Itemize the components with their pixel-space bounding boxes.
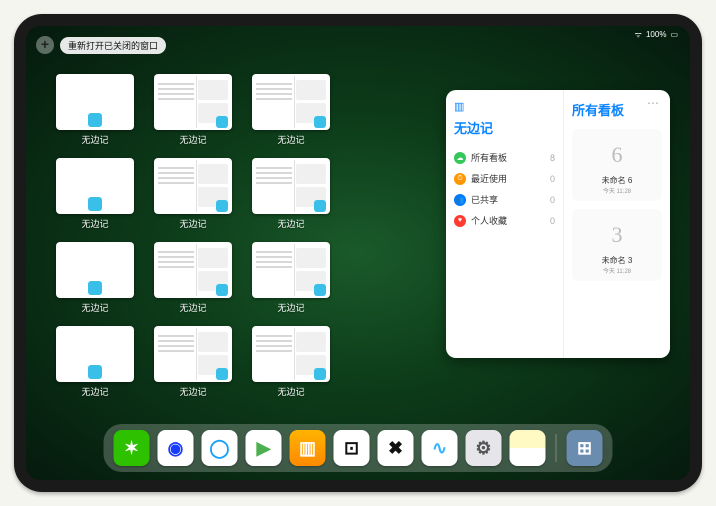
window-thumbnail[interactable]: 无边记	[56, 242, 134, 320]
nav-icon: ☁	[454, 152, 466, 164]
window-thumbnail[interactable]: 无边记	[252, 158, 330, 236]
board-list: 6未命名 6今天 11:283未命名 3今天 11:28	[572, 129, 662, 281]
thumbnail-label: 无边记	[179, 217, 206, 230]
reopen-closed-pill[interactable]: 重新打开已关闭的窗口	[60, 37, 166, 54]
sidebar-toggle-icon[interactable]: ▥	[454, 100, 468, 114]
wifi-icon: ᯤ	[635, 29, 642, 40]
thumbnail-label: 无边记	[81, 217, 108, 230]
window-thumbnail[interactable]: 无边记	[154, 74, 232, 152]
nav-count: 0	[550, 216, 555, 226]
window-thumbnail[interactable]: 无边记	[154, 158, 232, 236]
nav-label: 已共享	[471, 193, 498, 206]
window-thumbnail[interactable]: 无边记	[252, 242, 330, 320]
thumbnail-label: 无边记	[277, 217, 304, 230]
thumbnail-label: 无边记	[81, 301, 108, 314]
panel-nav-item[interactable]: ⏱ 最近使用 0	[454, 168, 555, 189]
nav-label: 个人收藏	[471, 214, 507, 227]
more-icon[interactable]: ⋯	[647, 96, 660, 110]
nav-label: 最近使用	[471, 172, 507, 185]
dock-app-quark[interactable]: ◉	[158, 430, 194, 466]
board-sketch: 6	[597, 135, 637, 175]
window-thumbnail[interactable]: 无边记	[56, 326, 134, 404]
battery-icon: ▭	[670, 30, 678, 39]
thumbnail-label: 无边记	[179, 133, 206, 146]
nav-label: 所有看板	[471, 151, 507, 164]
window-thumbnail[interactable]: 无边记	[56, 158, 134, 236]
board-name: 未命名 3	[602, 255, 633, 266]
window-grid: 无边记无边记无边记无边记无边记无边记无边记无边记无边记无边记无边记无边记	[56, 74, 436, 404]
nav-icon: 👥	[454, 194, 466, 206]
window-thumbnail[interactable]: 无边记	[154, 242, 232, 320]
board-card[interactable]: 6未命名 6今天 11:28	[572, 129, 662, 201]
thumbnail-label: 无边记	[179, 385, 206, 398]
board-sketch: 3	[597, 215, 637, 255]
thumbnail-label: 无边记	[277, 133, 304, 146]
dock-app-play[interactable]: ▶	[246, 430, 282, 466]
dock-app-app-library[interactable]: ⊞	[567, 430, 603, 466]
nav-icon: ♥	[454, 215, 466, 227]
panel-nav-item[interactable]: 👥 已共享 0	[454, 189, 555, 210]
thumbnail-label: 无边记	[81, 133, 108, 146]
status-bar: ᯤ 100% ▭	[635, 29, 678, 40]
top-controls: + 重新打开已关闭的窗口	[36, 36, 166, 54]
panel-left: ▥ 无边记 ☁ 所有看板 8 ⏱ 最近使用 0 👥 已共享 0 ♥ 个人收藏 0	[446, 90, 564, 358]
panel-right: 所有看板 6未命名 6今天 11:283未命名 3今天 11:28	[564, 90, 670, 358]
dock: ✶◉◯▶▥⊡✖∿⚙ ⊞	[104, 424, 613, 472]
battery-text: 100%	[646, 30, 666, 39]
dock-app-settings[interactable]: ⚙	[466, 430, 502, 466]
dock-app-x-app[interactable]: ✖	[378, 430, 414, 466]
board-time: 今天 11:28	[603, 186, 631, 195]
dock-app-notes[interactable]	[510, 430, 546, 466]
screen: ᯤ 100% ▭ + 重新打开已关闭的窗口 无边记无边记无边记无边记无边记无边记…	[26, 26, 690, 480]
dock-app-wechat[interactable]: ✶	[114, 430, 150, 466]
panel-nav-item[interactable]: ♥ 个人收藏 0	[454, 210, 555, 231]
dock-separator	[556, 434, 557, 462]
nav-count: 0	[550, 174, 555, 184]
panel-nav-item[interactable]: ☁ 所有看板 8	[454, 147, 555, 168]
dock-app-freeform[interactable]: ∿	[422, 430, 458, 466]
thumbnail-label: 无边记	[277, 301, 304, 314]
dock-app-qqbrowser[interactable]: ◯	[202, 430, 238, 466]
window-thumbnail[interactable]: 无边记	[154, 326, 232, 404]
add-button[interactable]: +	[36, 36, 54, 54]
nav-count: 0	[550, 195, 555, 205]
panel-nav-list: ☁ 所有看板 8 ⏱ 最近使用 0 👥 已共享 0 ♥ 个人收藏 0	[454, 147, 555, 231]
board-card[interactable]: 3未命名 3今天 11:28	[572, 209, 662, 281]
thumbnail-label: 无边记	[277, 385, 304, 398]
ipad-frame: ᯤ 100% ▭ + 重新打开已关闭的窗口 无边记无边记无边记无边记无边记无边记…	[14, 14, 702, 492]
thumbnail-label: 无边记	[81, 385, 108, 398]
window-thumbnail[interactable]: 无边记	[56, 74, 134, 152]
nav-icon: ⏱	[454, 173, 466, 185]
board-name: 未命名 6	[602, 175, 633, 186]
panel-left-title: 无边记	[454, 118, 555, 137]
nav-count: 8	[550, 153, 555, 163]
freeform-panel[interactable]: ⋯ ▥ 无边记 ☁所有看板8⏱最近使用0👥已共享0♥个人收藏0 所有看板 6未命…	[446, 90, 670, 358]
window-thumbnail[interactable]: 无边记	[252, 74, 330, 152]
dock-app-dice[interactable]: ⊡	[334, 430, 370, 466]
board-time: 今天 11:28	[603, 266, 631, 275]
dock-app-books[interactable]: ▥	[290, 430, 326, 466]
thumbnail-label: 无边记	[179, 301, 206, 314]
window-thumbnail[interactable]: 无边记	[252, 326, 330, 404]
